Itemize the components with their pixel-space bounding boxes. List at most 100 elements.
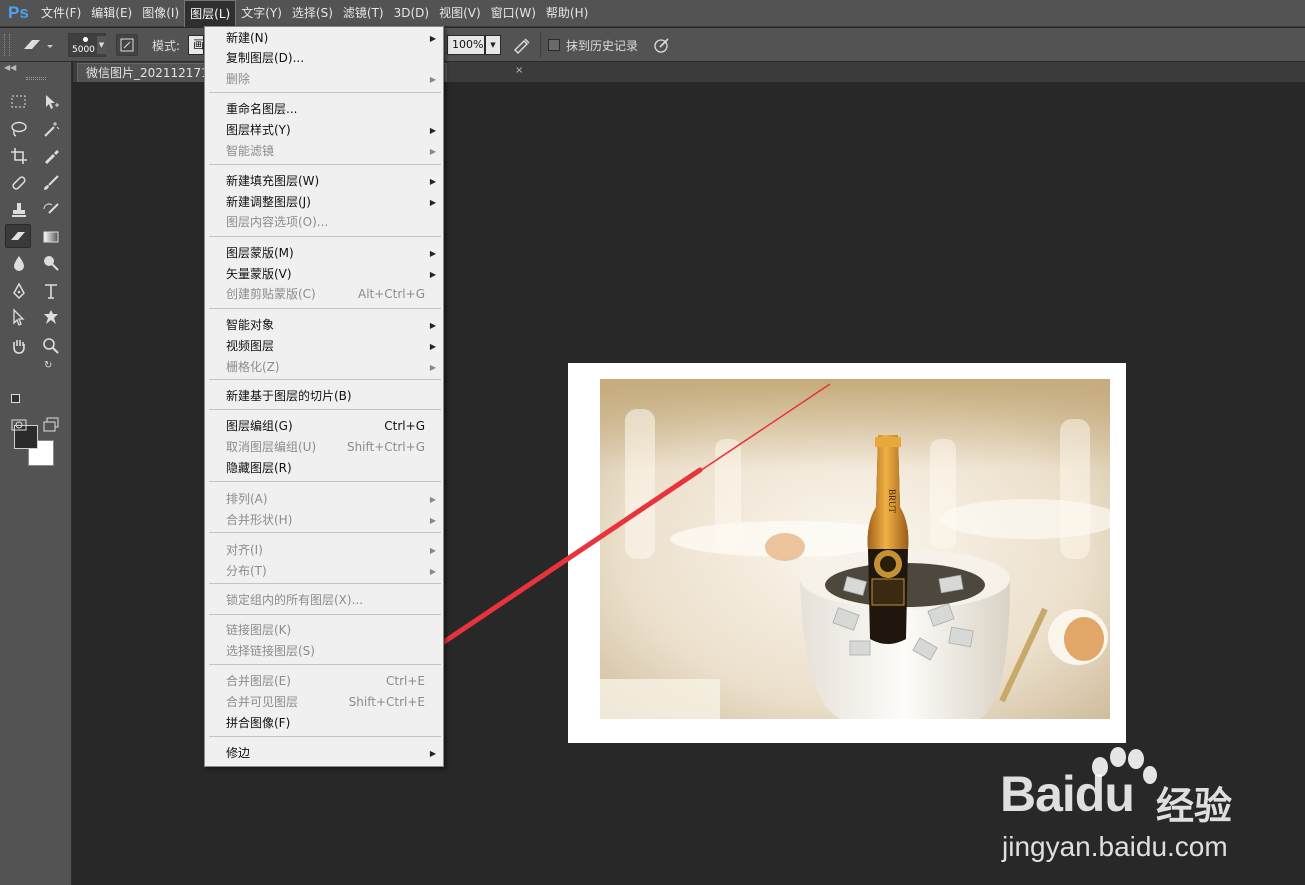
swap-colors-icon[interactable]: ↻ xyxy=(44,360,52,371)
layer-menu-item-6[interactable]: 新建填充图层(W) ▶ xyxy=(205,171,443,192)
layer-menu-item-10[interactable]: 矢量蒙版(V) ▶ xyxy=(205,264,443,285)
menu-item-shortcut: Ctrl+G xyxy=(384,419,425,433)
eraser-tool[interactable] xyxy=(5,224,31,248)
submenu-arrow-icon: ▶ xyxy=(429,126,436,135)
menu-separator xyxy=(209,379,441,380)
menu-2[interactable]: 图像(I) xyxy=(137,0,184,27)
menu-6[interactable]: 滤镜(T) xyxy=(338,0,389,27)
submenu-arrow-icon: ▶ xyxy=(429,546,436,555)
brush-tool[interactable] xyxy=(38,171,64,195)
marquee-tool[interactable] xyxy=(6,90,32,114)
zoom-tool[interactable] xyxy=(38,334,64,358)
menu-separator xyxy=(209,583,441,584)
stamp-icon xyxy=(12,203,26,217)
layer-menu-item-18[interactable]: 隐藏图层(R) xyxy=(205,458,443,479)
mode-select[interactable]: 画 xyxy=(188,35,204,55)
menu-item-label: 合并可见图层 xyxy=(226,695,299,709)
layer-menu-item-0[interactable]: 新建(N) ▶ xyxy=(205,28,443,49)
layer-menu-item-20: 合并形状(H) ▶ xyxy=(205,510,443,531)
flow-input[interactable]: 100% xyxy=(447,35,485,55)
bottle-label-text: BRUT xyxy=(887,489,897,514)
airbrush-button[interactable] xyxy=(512,36,532,57)
type-tool[interactable] xyxy=(38,279,64,303)
layer-menu-item-7[interactable]: 新建调整图层(J) ▶ xyxy=(205,192,443,213)
flow-dropdown-button[interactable]: ▼ xyxy=(485,35,501,55)
layer-menu-item-9[interactable]: 图层蒙版(M) ▶ xyxy=(205,243,443,264)
hand-tool[interactable] xyxy=(6,334,32,358)
layer-menu-item-23: 锁定组内的所有图层(X)... xyxy=(205,590,443,611)
menu-bar: Ps 文件(F) 编辑(E) 图像(I) 图层(L) 文字(Y) 选择(S) 滤镜(T) 3D… xyxy=(0,0,1305,27)
custom-shape-tool[interactable] xyxy=(38,305,64,329)
watermark-suffix: 经验 xyxy=(1156,784,1233,828)
menu-item-label: 图层蒙版(M) xyxy=(226,246,294,260)
screen-mode-button[interactable] xyxy=(38,413,64,437)
pen-tool[interactable] xyxy=(6,279,32,303)
brush-panel-toggle-button[interactable] xyxy=(116,34,138,56)
layer-menu-item-13[interactable]: 视频图层 ▶ xyxy=(205,336,443,357)
healing-brush-tool[interactable] xyxy=(6,171,32,195)
layer-menu-item-28[interactable]: 拼合图像(F) xyxy=(205,713,443,734)
default-colors-icon[interactable] xyxy=(11,394,20,403)
airbrush-icon xyxy=(514,38,530,54)
tool-preset-picker[interactable] xyxy=(20,34,54,59)
layer-menu-item-29[interactable]: 修边 ▶ xyxy=(205,743,443,764)
champagne-photo: BRUT xyxy=(600,379,1110,719)
menu-item-label: 修边 xyxy=(226,746,251,760)
photoshop-logo: Ps xyxy=(8,3,29,22)
menu-8[interactable]: 视图(V) xyxy=(434,0,486,27)
eyedropper-tool[interactable] xyxy=(38,144,64,168)
menu-item-label: 分布(T) xyxy=(226,564,267,578)
quick-mask-button[interactable] xyxy=(6,413,32,437)
pressure-pen-icon xyxy=(654,38,669,53)
path-selection-tool[interactable] xyxy=(6,305,32,329)
layer-menu-item-15[interactable]: 新建基于图层的切片(B) xyxy=(205,386,443,407)
menu-7[interactable]: 3D(D) xyxy=(389,0,434,27)
layer-menu-item-12[interactable]: 智能对象 ▶ xyxy=(205,315,443,336)
tools-panel: ◀◀ ↻ xyxy=(0,62,72,885)
document-canvas[interactable]: BRUT xyxy=(568,363,1126,743)
history-brush-tool[interactable] xyxy=(38,198,64,222)
dodge-tool[interactable] xyxy=(38,251,64,275)
quick-mask-icon xyxy=(11,419,27,431)
close-icon[interactable]: × xyxy=(515,65,525,79)
layer-menu-item-1[interactable]: 复制图层(D)... xyxy=(205,48,443,69)
menu-item-label: 新建填充图层(W) xyxy=(226,174,320,188)
eraser-icon xyxy=(24,40,53,49)
layer-menu-item-4[interactable]: 图层样式(Y) ▶ xyxy=(205,120,443,141)
menu-10[interactable]: 帮助(H) xyxy=(541,0,593,27)
gradient-tool[interactable] xyxy=(38,225,64,249)
brush-size-picker[interactable]: 5000 ▼ xyxy=(68,33,106,57)
layer-menu-item-16[interactable]: 图层编组(G) Ctrl+G xyxy=(205,416,443,437)
erase-to-history-checkbox[interactable] xyxy=(548,39,560,51)
menu-separator xyxy=(209,532,441,533)
menu-item-label: 复制图层(D)... xyxy=(226,51,305,65)
menu-4[interactable]: 文字(Y) xyxy=(236,0,287,27)
layer-menu-item-3[interactable]: 重命名图层... xyxy=(205,99,443,120)
layer-menu-item-5: 智能滤镜 ▶ xyxy=(205,141,443,162)
lasso-tool[interactable] xyxy=(6,117,32,141)
blur-tool[interactable] xyxy=(6,251,32,275)
brush-icon xyxy=(44,175,59,190)
menu-5[interactable]: 选择(S) xyxy=(287,0,338,27)
magic-wand-tool[interactable] xyxy=(38,117,64,141)
menu-separator xyxy=(209,664,441,665)
champagne-bucket-image: BRUT xyxy=(600,379,1110,719)
collapse-arrows-icon[interactable]: ◀◀ xyxy=(4,63,16,72)
menu-item-label: 重命名图层... xyxy=(226,102,298,116)
menu-1[interactable]: 编辑(E) xyxy=(86,0,137,27)
lasso-icon xyxy=(11,121,27,137)
menu-item-label: 图层内容选项(O)... xyxy=(226,215,329,229)
menu-3[interactable]: 图层(L) xyxy=(184,0,237,27)
submenu-arrow-icon: ▶ xyxy=(429,567,436,576)
crop-tool[interactable] xyxy=(6,144,32,168)
pressure-opacity-button[interactable] xyxy=(652,36,672,57)
eraser-icon xyxy=(11,232,25,240)
submenu-arrow-icon: ▶ xyxy=(429,177,436,186)
menu-separator xyxy=(209,164,441,165)
menu-item-shortcut: Shift+Ctrl+G xyxy=(346,440,425,454)
menu-0[interactable]: 文件(F) xyxy=(36,0,86,27)
clone-stamp-tool[interactable] xyxy=(6,198,32,222)
move-tool[interactable] xyxy=(38,90,64,114)
menu-9[interactable]: 窗口(W) xyxy=(486,0,541,27)
layer-menu-item-14: 栅格化(Z) ▶ xyxy=(205,357,443,378)
